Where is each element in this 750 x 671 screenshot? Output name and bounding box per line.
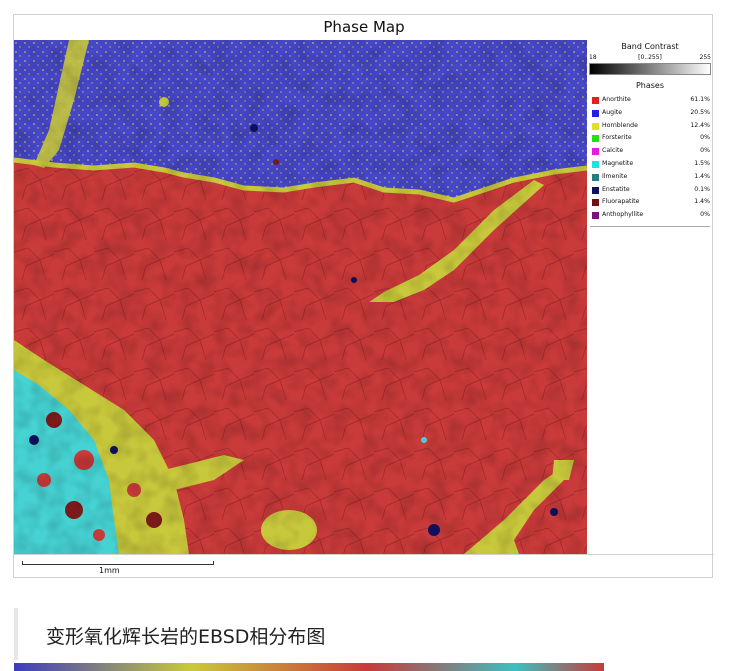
scale-bar-label: 1mm bbox=[99, 566, 120, 575]
phase-name: Anthophyllite bbox=[602, 211, 644, 219]
phase-row: Anthophyllite 0% bbox=[592, 209, 712, 222]
phase-name: Forsterite bbox=[602, 134, 632, 142]
phase-name: Fluorapatite bbox=[602, 198, 640, 206]
phase-percent: 1.5% bbox=[694, 159, 710, 167]
figure-title: Phase Map bbox=[323, 18, 405, 36]
band-contrast-range: [0..255] bbox=[638, 54, 662, 61]
phases-title: Phases bbox=[635, 81, 665, 90]
phase-swatch bbox=[592, 199, 599, 207]
phase-row: Forsterite 0% bbox=[592, 132, 712, 145]
phase-name: Magnetite bbox=[602, 159, 634, 167]
phase-percent: 20.5% bbox=[690, 108, 710, 116]
phase-swatch bbox=[592, 109, 599, 117]
phase-map-image bbox=[14, 40, 587, 554]
band-contrast-max: 255 bbox=[699, 54, 711, 61]
phase-row: Ilmenite 1.4% bbox=[592, 171, 712, 184]
phase-name: Enstatite bbox=[602, 185, 630, 193]
phase-row: Calcite 0% bbox=[592, 145, 712, 158]
phase-percent: 0% bbox=[700, 134, 710, 142]
phase-row: Magnetite 1.5% bbox=[592, 158, 712, 171]
phase-swatch bbox=[592, 148, 599, 156]
phase-row: Enstatite 0.1% bbox=[592, 184, 712, 197]
phase-swatch bbox=[592, 186, 599, 194]
phase-name: Hornblende bbox=[602, 121, 638, 129]
phase-name: Ilmenite bbox=[602, 172, 628, 180]
figure-caption: 变形氧化辉长岩的EBSD相分布图 bbox=[46, 626, 326, 648]
scale-bar-area: 1mm bbox=[14, 554, 714, 579]
legend-separator bbox=[590, 226, 710, 227]
phase-percent: 0% bbox=[700, 147, 710, 155]
band-contrast-ramp bbox=[589, 63, 711, 75]
phase-percent: 12.4% bbox=[690, 121, 710, 129]
phase-name: Calcite bbox=[602, 147, 624, 155]
phase-row: Anorthite 61.1% bbox=[592, 94, 712, 107]
legend-panel: Band Contrast 18 [0..255] 255 Phases Ano… bbox=[587, 40, 713, 240]
scale-bar bbox=[22, 561, 214, 565]
phase-swatch bbox=[592, 212, 599, 220]
phase-percent: 1.4% bbox=[694, 172, 710, 180]
phase-swatch bbox=[592, 173, 599, 181]
phase-map-graphic bbox=[14, 40, 587, 554]
caption-quote-bar bbox=[14, 608, 18, 660]
phase-row: Augite 20.5% bbox=[592, 107, 712, 120]
band-contrast-title: Band Contrast bbox=[621, 42, 679, 51]
phase-percent: 1.4% bbox=[694, 198, 710, 206]
phase-name: Augite bbox=[602, 108, 623, 116]
phase-swatch bbox=[592, 135, 599, 143]
phase-swatch bbox=[592, 160, 599, 168]
phase-swatch bbox=[592, 97, 599, 104]
phase-map-figure: Phase Map Band Contrast 18 [0..255] 255 … bbox=[13, 14, 714, 579]
next-image-strip bbox=[14, 663, 604, 671]
phase-row: Hornblende 12.4% bbox=[592, 120, 712, 133]
phases-list: Anorthite 61.1% Augite 20.5% Hornblende 12.… bbox=[592, 94, 712, 222]
phase-name: Anorthite bbox=[602, 96, 631, 103]
phase-swatch bbox=[592, 122, 599, 130]
phase-row: Fluorapatite 1.4% bbox=[592, 196, 712, 209]
phase-percent: 61.1% bbox=[690, 96, 710, 103]
phase-percent: 0% bbox=[700, 211, 710, 219]
phase-percent: 0.1% bbox=[694, 185, 710, 193]
